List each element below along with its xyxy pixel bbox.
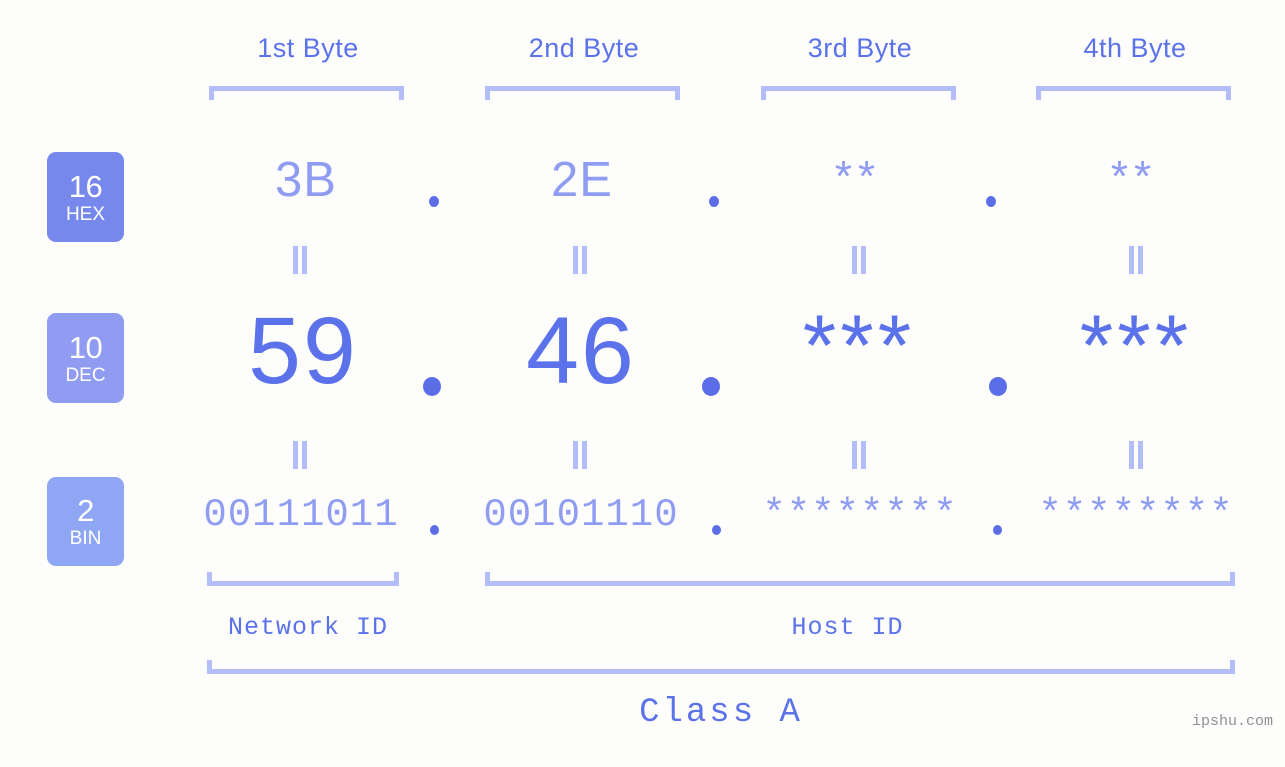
- radix-badge-dec-label: DEC: [65, 364, 106, 386]
- byte-header-2: 2nd Byte: [528, 33, 640, 63]
- radix-badge-dec-number: 10: [68, 329, 103, 365]
- equals-mark-dec-bin-4: [1128, 441, 1144, 469]
- network-id-label: Network ID: [227, 613, 389, 642]
- bin-byte-1-value: 00111011: [203, 493, 399, 537]
- radix-badge-bin: 2 BIN: [47, 477, 124, 566]
- radix-badge-dec: 10 DEC: [47, 313, 124, 403]
- hex-byte-2-value: 2E: [551, 153, 613, 207]
- bin-separator-dot-1: [430, 525, 439, 535]
- byte-bracket-4: [1036, 86, 1231, 100]
- hex-byte-4-value: **: [1110, 152, 1158, 201]
- bin-byte-3-value: ********: [762, 493, 958, 537]
- dec-byte-3-value: ***: [802, 298, 916, 394]
- hex-byte-3-value: **: [834, 152, 882, 201]
- equals-mark-hex-dec-3: [851, 246, 867, 274]
- byte-header-1: 1st Byte: [257, 33, 359, 63]
- radix-badge-bin-number: 2: [77, 493, 94, 528]
- byte-bracket-3: [761, 86, 956, 100]
- bin-separator-dot-2: [712, 525, 721, 535]
- equals-mark-hex-dec-1: [292, 246, 308, 274]
- radix-badge-hex-number: 16: [68, 168, 103, 204]
- bin-separator-dot-3: [993, 525, 1002, 535]
- class-label: Class A: [639, 694, 803, 732]
- host-id-label: Host ID: [791, 613, 904, 642]
- radix-badge-hex-label: HEX: [65, 203, 106, 225]
- network-id-bracket: [207, 572, 399, 586]
- byte-bracket-2: [485, 86, 680, 100]
- watermark: ipshu.com: [1191, 713, 1273, 730]
- dec-byte-2-value: 46: [526, 298, 636, 404]
- dec-separator-dot-1: [423, 377, 441, 396]
- equals-mark-dec-bin-2: [572, 441, 588, 469]
- hex-byte-1-value: 3B: [275, 153, 337, 207]
- class-bracket: [207, 660, 1235, 674]
- dec-byte-4-value: ***: [1079, 298, 1193, 394]
- radix-badge-bin-label: BIN: [69, 528, 102, 549]
- radix-badge-hex: 16 HEX: [47, 152, 124, 242]
- equals-mark-dec-bin-1: [292, 441, 308, 469]
- hex-separator-dot-2: [709, 196, 719, 207]
- ip-breakdown-diagram: 1st Byte 2nd Byte 3rd Byte 4th Byte 16 H…: [0, 0, 1285, 767]
- hex-separator-dot-3: [986, 196, 996, 207]
- dec-separator-dot-3: [989, 377, 1007, 396]
- host-id-bracket: [485, 572, 1235, 586]
- equals-mark-hex-dec-2: [572, 246, 588, 274]
- byte-header-3: 3rd Byte: [807, 33, 913, 63]
- bin-byte-4-value: ********: [1038, 493, 1234, 537]
- bin-byte-2-value: 00101110: [483, 493, 679, 537]
- byte-header-4: 4th Byte: [1083, 33, 1187, 63]
- equals-mark-dec-bin-3: [851, 441, 867, 469]
- equals-mark-hex-dec-4: [1128, 246, 1144, 274]
- dec-separator-dot-2: [702, 377, 720, 396]
- hex-separator-dot-1: [429, 196, 439, 207]
- dec-byte-1-value: 59: [248, 298, 358, 404]
- byte-bracket-1: [209, 86, 404, 100]
